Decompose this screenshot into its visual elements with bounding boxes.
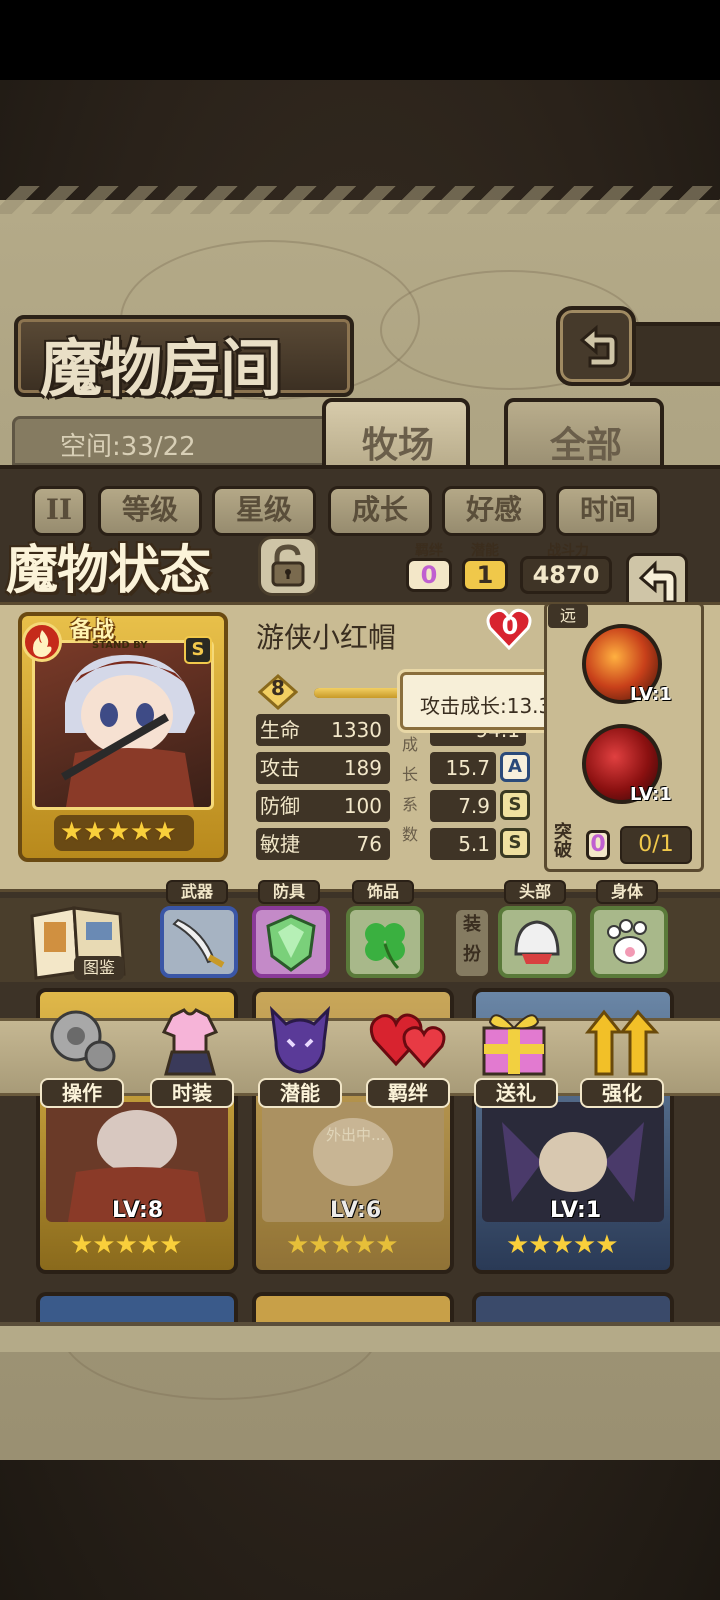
action-bond-label: 羁绊 [366,1078,450,1108]
stat-atk-value: 189 [343,756,382,780]
grade-def: S [500,790,530,820]
skill-1-level: LV:1 [630,684,672,705]
slot-weapon-label: 武器 [166,880,228,904]
slot-head[interactable] [498,906,576,978]
outfit-icon [161,1008,219,1076]
slot-armor-label: 防具 [258,880,320,904]
monster-2-status: 外出中... [326,1126,386,1144]
stat-agi-value: 76 [356,832,382,856]
breakthrough-count[interactable]: 0/1 [620,826,692,864]
sort-star-button[interactable]: 星级 [212,486,316,536]
power-value: 4870 [520,556,612,594]
lock-button[interactable] [258,536,318,596]
grade-atk: A [500,752,530,782]
stat-agi-label: 敏捷 [260,832,300,856]
back-button-bar [630,322,720,386]
tab-all[interactable]: 全部 [504,398,664,470]
action-enhance-label: 强化 [580,1078,664,1108]
breakthrough-label: 突破 [554,822,572,861]
grade-agi: S [500,828,530,858]
sort-growth-button[interactable]: 成长 [328,486,432,536]
skill-2-level: LV:1 [630,784,672,805]
back-button[interactable] [556,306,636,386]
bond-label: 羁绊 [415,543,443,559]
back-arrow-icon [579,324,618,368]
stat-atk-label: 攻击 [260,756,300,780]
tab-all-label: 全部 [550,424,623,466]
monster-1-stars: ★★★★★ [70,1230,183,1260]
room-title: 魔物房间 [40,332,282,405]
gift-icon [482,1014,546,1076]
breakthrough-value: 0 [586,830,610,860]
upgrade-arrows-icon [584,1009,660,1076]
pause-icon: II [45,493,73,526]
slot-armor[interactable] [252,906,330,978]
paw-icon [607,919,647,964]
gear-icon [50,1010,116,1072]
monster-card-6[interactable] [472,1292,674,1326]
shield-icon [266,914,316,972]
standby-label-en: STAND BY [92,640,148,651]
slot-accessory[interactable] [346,906,424,978]
slot-head-label: 头部 [504,880,566,904]
board-bottom-edge [0,1322,720,1352]
action-potential-label: 潜能 [258,1078,342,1108]
character-name: 游侠小红帽 [256,621,397,654]
growth-def: 7.9 [430,790,496,822]
potential-value: 1 [462,558,508,592]
character-art [61,654,195,807]
tab-pasture[interactable]: 牧场 [322,398,470,470]
book-label: 图鉴 [74,956,124,980]
favor-value: 0 [501,612,519,640]
dress-up-label: 装扮 [456,910,488,976]
level-value: 8 [271,676,285,700]
stat-hp-label: 生命 [260,718,300,742]
stat-hp-value: 1330 [331,718,382,742]
potential-label: 潜能 [471,543,499,559]
bond-value: 0 [406,558,452,592]
monster-2-level: LV:6 [330,1198,382,1223]
sword-icon [172,918,225,968]
stat-atk: 攻击 189 [256,752,390,784]
tab-pasture-label: 牧场 [362,424,435,466]
rank-badge: S [184,636,212,664]
action-operate-label: 操作 [40,1078,124,1108]
space-count: 空间:33/22 [60,432,196,462]
clover-icon [365,923,405,970]
monster-1-level: LV:8 [112,1198,164,1223]
fire-element-icon [22,622,62,662]
slot-body-label: 身体 [596,880,658,904]
stat-def: 防御 100 [256,790,390,822]
unlock-icon [271,544,305,587]
monster-card-5[interactable] [252,1292,454,1326]
sort-favor-button[interactable]: 好感 [442,486,546,536]
potential-demon-icon [269,1005,331,1074]
stat-def-label: 防御 [260,794,300,818]
helmet-icon [514,920,560,964]
status-title: 魔物状态 [6,540,211,601]
hearts-icon [369,1013,446,1069]
return-arrow-icon [638,560,677,604]
stat-def-value: 100 [343,794,382,818]
status-bar-area [0,0,720,80]
stat-hp: 生命 1330 [256,714,390,746]
action-gift-label: 送礼 [474,1078,558,1108]
slot-accessory-label: 饰品 [352,880,414,904]
monster-3-level: LV:1 [550,1198,602,1223]
slot-body[interactable] [590,906,668,978]
stat-agi: 敏捷 76 [256,828,390,860]
star-rating: ★★★★★ [60,817,177,847]
monster-3-stars: ★★★★★ [506,1230,619,1260]
growth-agi: 5.1 [430,828,496,860]
sort-time-button[interactable]: 时间 [556,486,660,536]
range-tag: 远 [548,604,588,628]
growth-atk: 15.7 [430,752,496,784]
growth-vertical-label: 成 长 系 数 [402,735,419,844]
character-stars: ★★★★★ [54,815,194,851]
action-fashion-label: 时装 [150,1078,234,1108]
monster-2-stars: ★★★★★ [286,1230,399,1260]
monster-card-4[interactable] [36,1292,238,1326]
character-portrait [32,640,214,810]
slot-weapon[interactable] [160,906,238,978]
